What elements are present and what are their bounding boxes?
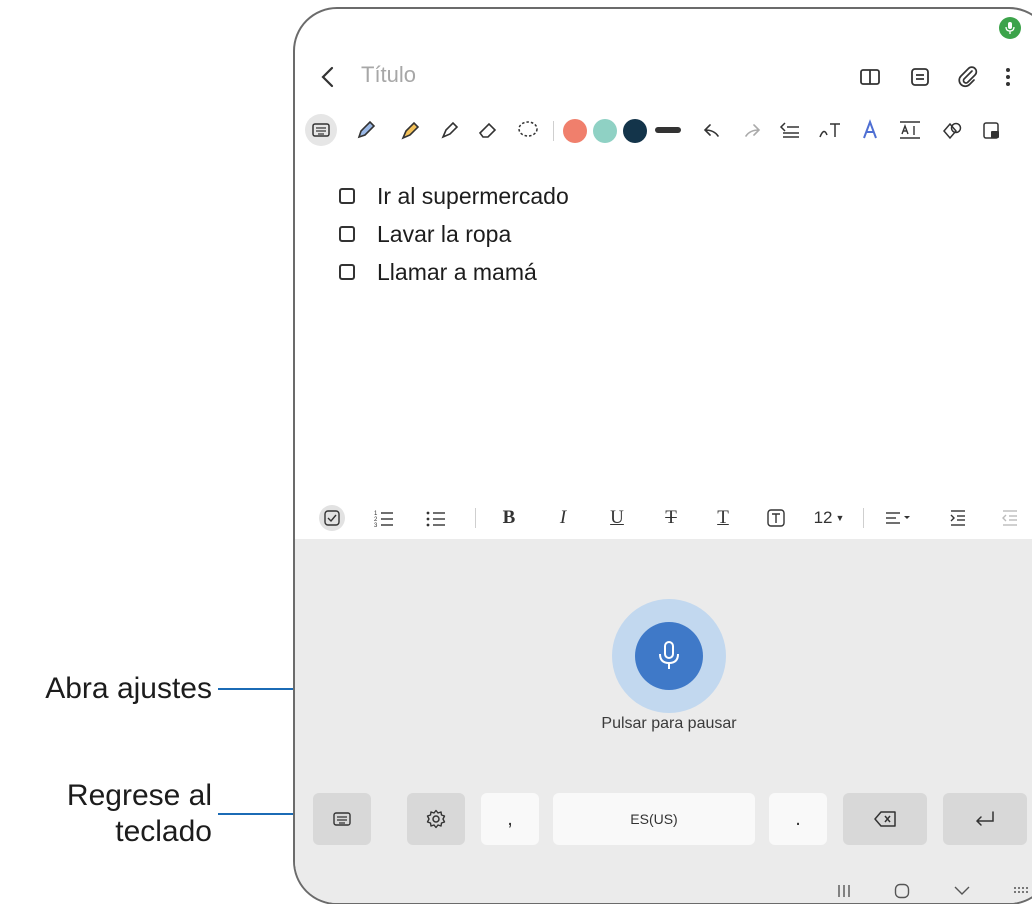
checkbox[interactable] xyxy=(339,188,355,204)
enter-icon xyxy=(975,811,994,826)
underline-button[interactable]: U xyxy=(605,503,629,533)
backspace-icon xyxy=(874,811,896,827)
callout-return-keyboard-line1: Regrese al xyxy=(66,779,212,812)
return-to-keyboard-button[interactable] xyxy=(313,793,371,845)
comma-key[interactable]: , xyxy=(481,793,539,845)
text-box-icon[interactable] xyxy=(895,115,925,145)
checklist-item[interactable]: Ir al supermercado xyxy=(339,179,569,213)
fountain-pen-icon[interactable] xyxy=(435,115,465,145)
checklist-item-text: Lavar la ropa xyxy=(377,220,512,247)
callout-open-settings: Abra ajustes xyxy=(45,672,212,705)
highlighter-icon[interactable] xyxy=(395,115,425,145)
callout-return-keyboard-line2: teclado xyxy=(115,815,212,848)
color-swatch-navy[interactable] xyxy=(623,119,647,143)
gear-icon xyxy=(426,809,446,829)
strikethrough-button[interactable]: T xyxy=(659,503,683,533)
font-size-dropdown[interactable]: 12 ▼ xyxy=(809,503,849,533)
paragraph-align-icon[interactable] xyxy=(881,503,915,533)
chevron-down-icon: ▼ xyxy=(835,513,845,523)
checkbox-list-icon[interactable] xyxy=(317,503,347,533)
figure-canvas: Abra ajustes Regrese al teclado Título I… xyxy=(0,0,1032,904)
stroke-width-icon[interactable] xyxy=(653,115,683,145)
color-swatch-coral[interactable] xyxy=(563,119,587,143)
microphone-icon xyxy=(659,641,679,669)
svg-text:3: 3 xyxy=(374,523,378,527)
period-key[interactable]: . xyxy=(769,793,827,845)
tablet-device: Título Ir al supermercado Lavar la ropa … xyxy=(293,7,1032,904)
format-divider xyxy=(475,508,476,528)
keyboard-switch-icon[interactable] xyxy=(1007,877,1032,903)
indent-icon[interactable] xyxy=(945,503,971,533)
hide-keyboard-icon[interactable] xyxy=(947,877,977,903)
home-icon[interactable] xyxy=(887,877,917,903)
color-swatch-teal[interactable] xyxy=(593,119,617,143)
text-style-icon[interactable] xyxy=(855,115,885,145)
pause-hint-label: Pulsar para pausar xyxy=(601,715,737,732)
backspace-button[interactable] xyxy=(843,793,927,845)
checkbox[interactable] xyxy=(339,264,355,280)
outdent-icon[interactable] xyxy=(997,503,1023,533)
callout-return-keyboard: Regrese al teclado xyxy=(0,778,212,850)
book-view-icon[interactable] xyxy=(857,63,883,91)
undo-icon[interactable] xyxy=(697,115,727,145)
text-highlight-icon[interactable] xyxy=(763,503,789,533)
italic-button[interactable]: I xyxy=(551,503,575,533)
toolbar-divider xyxy=(553,121,554,141)
eraser-icon[interactable] xyxy=(473,115,503,145)
pen-icon[interactable] xyxy=(351,115,381,145)
checklist-item[interactable]: Llamar a mamá xyxy=(339,255,537,289)
checklist-item-text: Ir al supermercado xyxy=(377,182,569,209)
settings-button[interactable] xyxy=(407,793,465,845)
font-size-value: 12 xyxy=(813,508,833,527)
bold-button[interactable]: B xyxy=(497,503,521,533)
note-title-field[interactable]: Título xyxy=(361,62,416,88)
checkbox[interactable] xyxy=(339,226,355,242)
keyboard-mode-icon[interactable] xyxy=(305,114,337,146)
bullet-list-icon[interactable] xyxy=(423,503,449,533)
page-layout-icon[interactable] xyxy=(907,63,933,91)
lasso-icon[interactable] xyxy=(513,115,543,145)
mic-pause-button[interactable] xyxy=(635,622,703,690)
numbered-list-icon[interactable]: 123 xyxy=(371,503,397,533)
back-icon[interactable] xyxy=(317,63,339,91)
format-divider xyxy=(863,508,864,528)
mic-status-icon xyxy=(999,17,1021,39)
language-key[interactable]: ES(US) xyxy=(553,793,755,845)
font-color-button[interactable]: T xyxy=(711,503,735,533)
recent-apps-icon[interactable] xyxy=(829,877,859,903)
attach-icon[interactable] xyxy=(955,63,981,91)
handwriting-to-text-icon[interactable] xyxy=(815,115,845,145)
checklist-item[interactable]: Lavar la ropa xyxy=(339,217,511,251)
enter-button[interactable] xyxy=(943,793,1027,845)
redo-icon[interactable] xyxy=(737,115,767,145)
align-text-icon[interactable] xyxy=(775,115,805,145)
shapes-icon[interactable] xyxy=(937,115,967,145)
more-options-icon[interactable] xyxy=(995,63,1021,91)
keyboard-icon xyxy=(333,812,351,826)
checklist-item-text: Llamar a mamá xyxy=(377,258,537,285)
lock-edit-icon[interactable] xyxy=(977,115,1007,145)
